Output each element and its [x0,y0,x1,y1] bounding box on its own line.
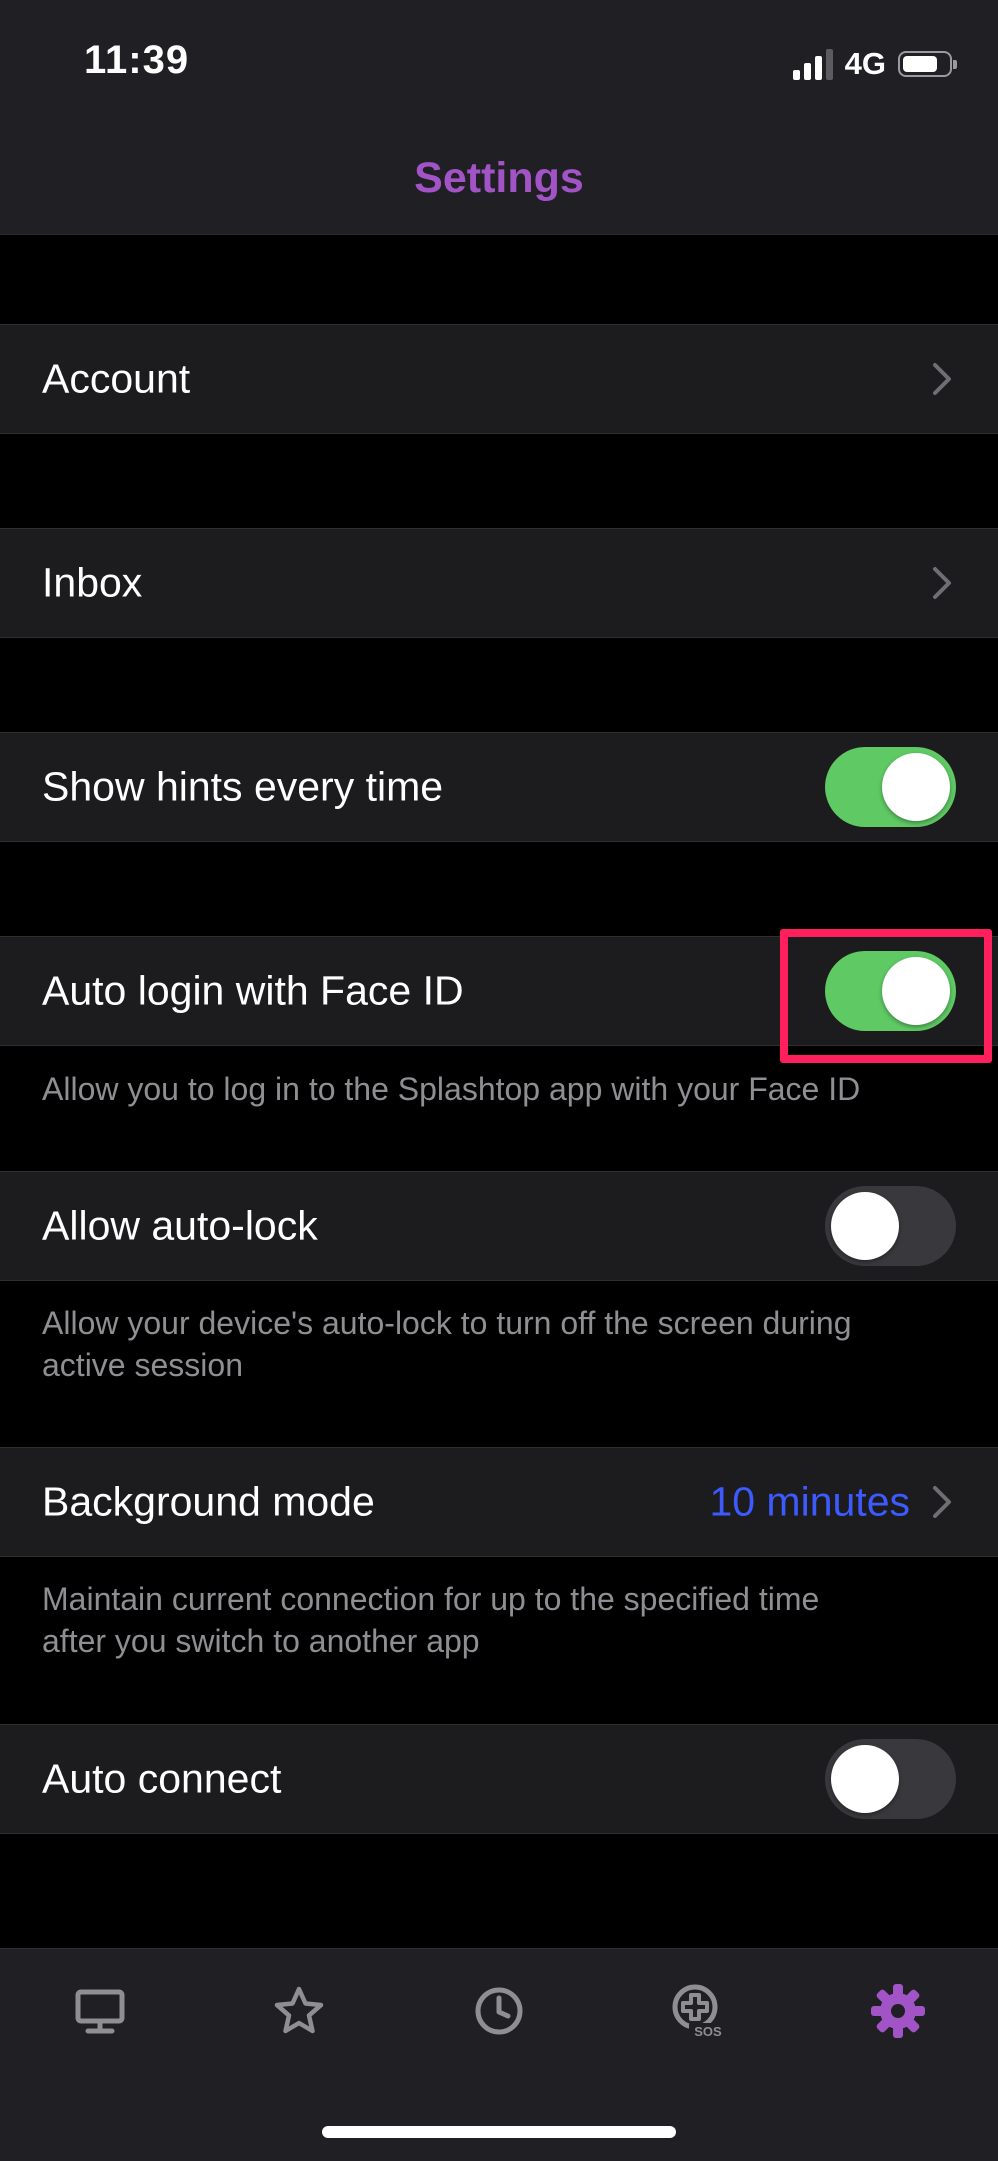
background-mode-description-line-1: Maintain current connection for up to th… [42,1581,820,1617]
toggle-knob [882,753,950,821]
status-time: 11:39 [84,38,190,82]
auto-connect-toggle[interactable] [825,1739,956,1819]
background-mode-description: Maintain current connection for up to th… [42,1578,962,1662]
background-mode-description-line-2: after you switch to another app [42,1623,480,1659]
battery-icon [898,51,957,77]
cellular-signal-icon [792,48,833,80]
home-indicator[interactable] [322,2126,676,2138]
auto-lock-description-line-1: Allow your device's auto-lock to turn of… [42,1305,852,1341]
auto-lock-toggle[interactable] [825,1186,956,1266]
inbox-row[interactable]: Inbox [0,528,998,638]
star-icon [274,1986,324,2034]
page-title: Settings [414,154,584,202]
chevron-right-icon [933,363,951,395]
sos-icon: SOS [672,1984,727,2039]
gear-icon [871,1984,925,2038]
computer-icon [75,1989,125,2034]
inbox-label: Inbox [42,559,143,606]
auto-login-description: Allow you to log in to the Splashtop app… [42,1071,861,1107]
show-hints-row: Show hints every time [0,732,998,842]
account-label: Account [42,355,191,402]
tab-settings[interactable] [858,1971,938,2051]
network-type: 4G [844,46,886,81]
toggle-knob [831,1745,899,1813]
auto-lock-description-line-2: active session [42,1347,243,1383]
auto-connect-label: Auto connect [42,1755,282,1802]
account-row[interactable]: Account [0,324,998,434]
sos-badge-text: SOS [694,2024,722,2039]
navigation-bar: Settings [0,120,998,235]
show-hints-toggle[interactable] [825,747,956,827]
background-mode-value: 10 minutes [709,1478,910,1525]
auto-lock-label: Allow auto-lock [42,1202,318,1249]
chevron-right-icon [933,1486,951,1518]
tab-computers[interactable] [60,1971,140,2051]
background-mode-row[interactable]: Background mode 10 minutes [0,1447,998,1557]
toggle-knob [831,1192,899,1260]
chevron-right-icon [933,567,951,599]
auto-login-label: Auto login with Face ID [42,967,464,1014]
auto-lock-row: Allow auto-lock [0,1171,998,1281]
background-mode-label: Background mode [42,1478,375,1525]
status-bar: 11:39 4G [0,0,998,120]
status-indicators: 4G [792,44,957,84]
show-hints-label: Show hints every time [42,763,444,810]
tab-history[interactable] [459,1971,539,2051]
tab-sos[interactable]: SOS [659,1971,739,2051]
clock-icon [475,1987,523,2035]
auto-connect-row: Auto connect [0,1724,998,1834]
highlight-annotation [780,929,992,1063]
tab-favorites[interactable] [259,1971,339,2051]
auto-lock-description: Allow your device's auto-lock to turn of… [42,1302,962,1386]
